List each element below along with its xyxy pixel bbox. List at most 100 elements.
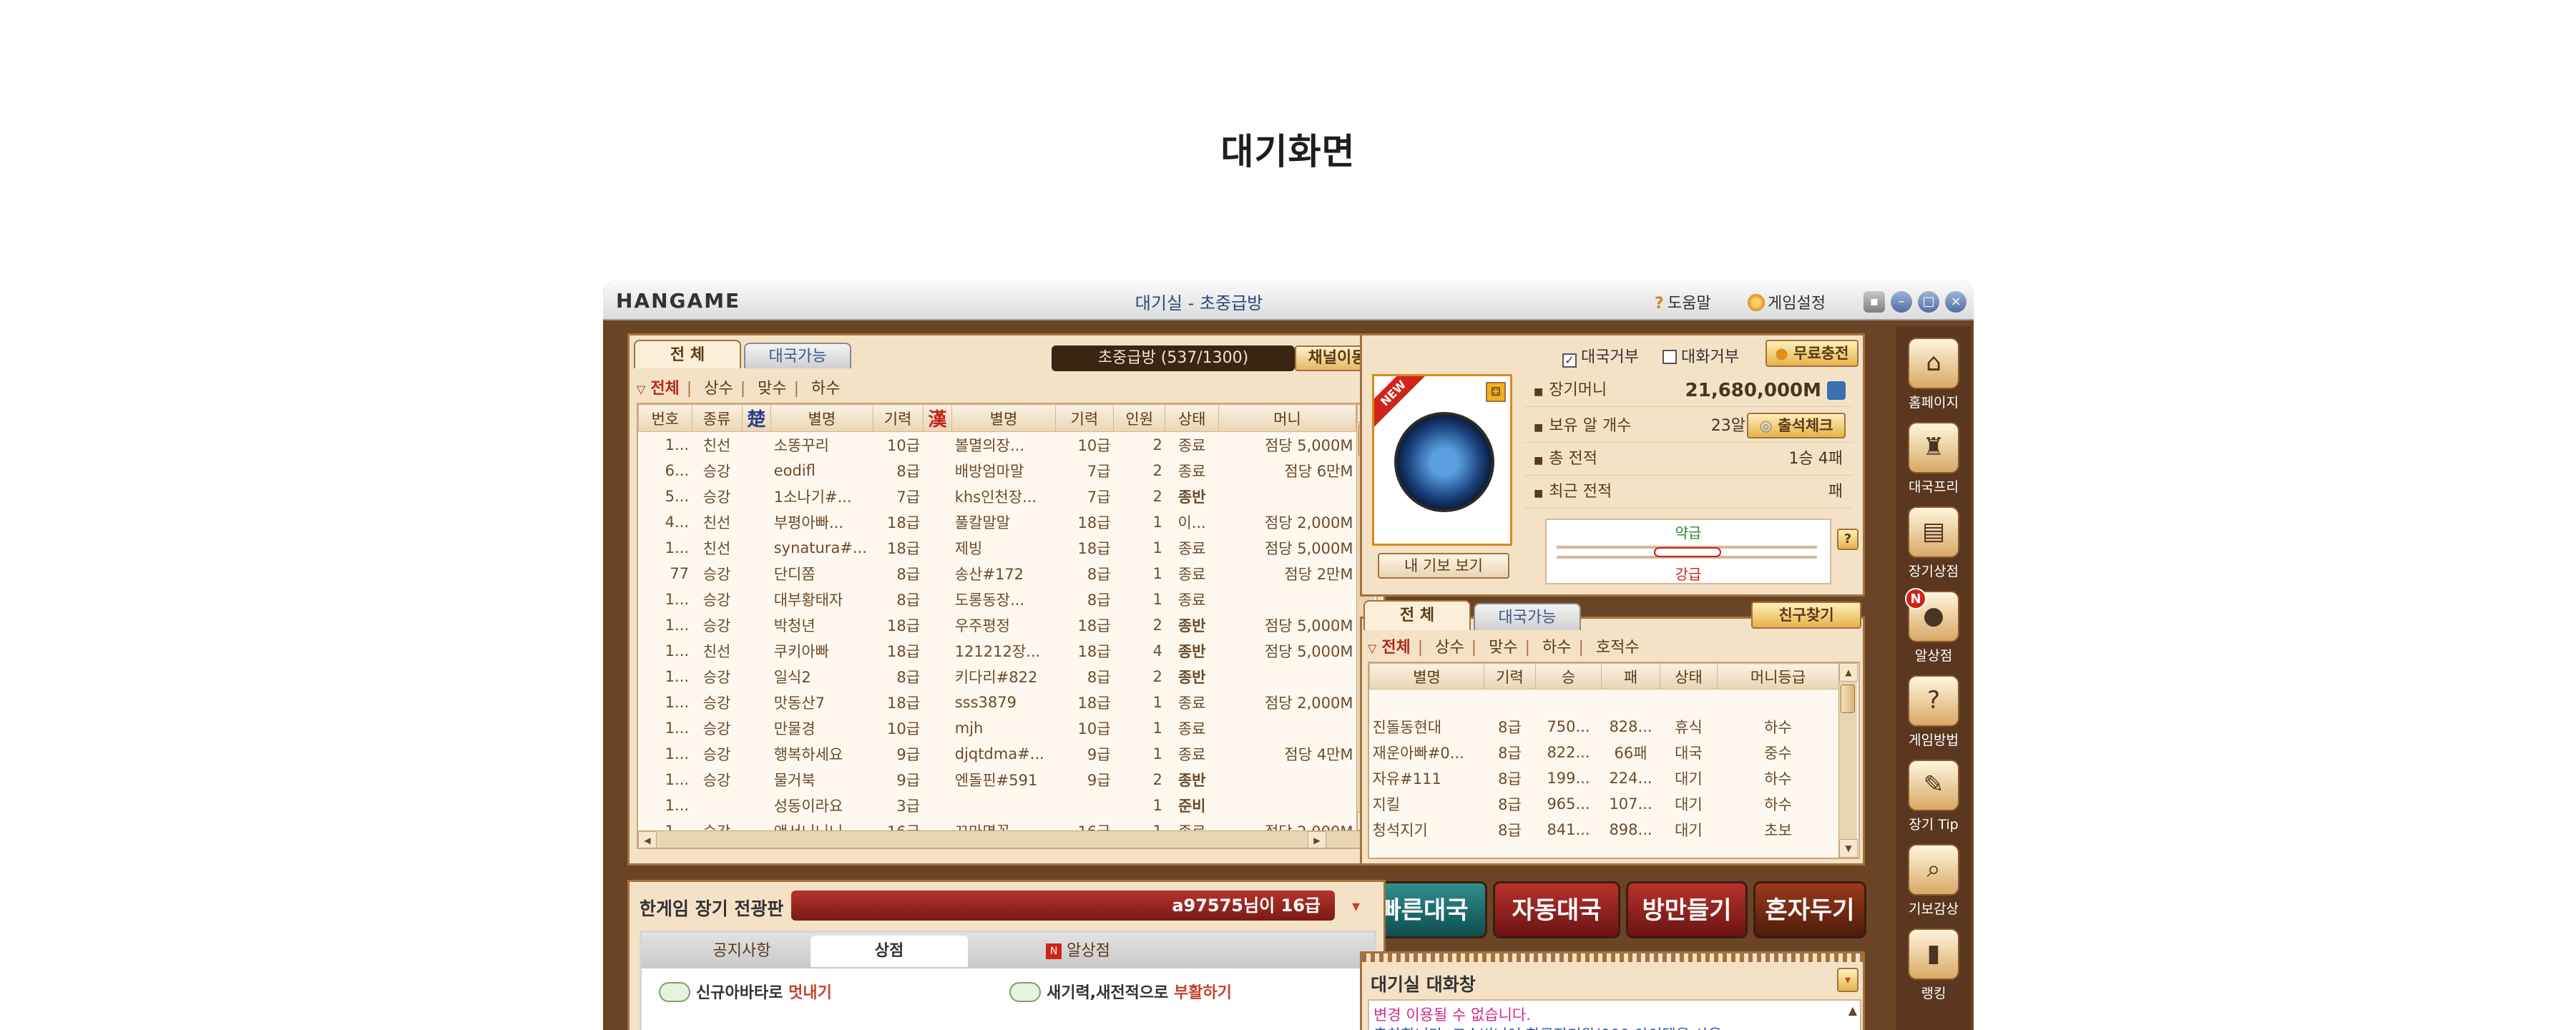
scroll-up-icon[interactable]: ▲ — [1848, 1004, 1857, 1017]
user-filter-equal[interactable]: 맞수 — [1489, 639, 1517, 657]
col-user-nickname[interactable]: 별명 — [1369, 663, 1484, 690]
gauge-marker — [1654, 547, 1721, 557]
col-type[interactable]: 종류 — [691, 404, 743, 432]
filter-higher[interactable]: 상수 — [704, 380, 733, 398]
table-row[interactable]: 1... 승강 물거북 9급 엔돌핀#591 9급 2 종반 — [639, 767, 1356, 793]
table-row[interactable]: 5... 승강 1소나기#... 7급 khs인천장... 7급 2 종반 — [639, 484, 1356, 509]
table-row[interactable]: 4... 친선 부평아빠... 18급 풀칼말말 18급 1 이... 점당 2,000M — [639, 509, 1356, 535]
col-user-losses[interactable]: 패 — [1601, 663, 1660, 690]
table-row[interactable]: 1... 승강 박청년 18급 우주평정 18급 2 종반 점당 5,000M — [639, 612, 1356, 638]
home-icon: ⌂ — [1908, 338, 1959, 389]
col-players[interactable]: 인원 — [1113, 404, 1166, 432]
user-filter-lower[interactable]: 하수 — [1542, 639, 1571, 657]
col-level-cho[interactable]: 기력 — [872, 404, 924, 432]
table-cell: 엔돌핀#591 — [954, 771, 1038, 789]
col-nickname-han[interactable]: 별명 — [951, 404, 1056, 432]
table-row[interactable]: 1... 승강 맛동산7 18급 sss3879 18급 1 종료 점당 2,000M — [639, 690, 1356, 715]
sidebar-item-how-to[interactable]: ? 게임방법 — [1896, 671, 1971, 748]
table-row[interactable]: 1... 승강 대부황태자 8급 도롱동장... 8급 1 종료 — [639, 587, 1356, 612]
table-row[interactable]: 1... 승강 일식2 8급 키다리#822 8급 2 종반 — [639, 664, 1356, 690]
close-button[interactable]: × — [1945, 291, 1967, 313]
user-row[interactable]: 청석지기 8급 841... 898... 대기 초보 — [1370, 817, 1839, 843]
help-link[interactable]: ? 도움말 — [1655, 290, 1711, 313]
auto-game-button[interactable]: 자동대국 — [1493, 881, 1620, 938]
scroll-thumb[interactable] — [1841, 685, 1855, 713]
user-row[interactable]: 자유#111 8급 199... 224... 대기 하수 — [1370, 765, 1839, 791]
tab-available-rooms[interactable]: 대국가능 — [744, 343, 851, 368]
user-filter-all[interactable]: 전체 — [1381, 639, 1410, 657]
sidebar-item-ranking[interactable]: ▮ 랭킹 — [1896, 924, 1971, 1001]
sidebar-item-tip[interactable]: ✎ 장기 Tip — [1896, 755, 1971, 833]
table-row[interactable]: 1... 친선 쿠키아빠 18급 121212장... 18급 4 종반 점당 5,000M — [639, 638, 1356, 664]
table-cell: 2 — [1152, 436, 1162, 453]
table-cell — [742, 638, 771, 664]
user-vertical-scrollbar[interactable]: ▲ ▼ — [1838, 663, 1858, 858]
solo-play-button[interactable]: 혼자두기 — [1753, 881, 1866, 938]
chat-expand-icon[interactable]: ▾ — [1837, 968, 1858, 992]
col-user-level[interactable]: 기력 — [1484, 663, 1536, 690]
notice-item[interactable]: 새기력,새전적으로 부활하기 — [1009, 980, 1232, 1003]
profile-card[interactable]: NEW ⚃ — [1372, 374, 1512, 546]
col-nickname-cho[interactable]: 별명 — [770, 404, 873, 432]
table-row[interactable]: 6... 승강 eodifl 8급 배방엄마말 7급 2 종료 점당 6만M — [639, 458, 1356, 484]
table-row[interactable]: 1... 승강 행복하세요 9급 djqtdma#... 9급 1 종료 점당 4만M — [639, 741, 1356, 767]
user-filter-higher[interactable]: 상수 — [1435, 639, 1464, 657]
dice-icon: ⚃ — [1486, 382, 1506, 402]
notice-item[interactable]: 신규아바타로 멋내기 — [659, 980, 832, 1003]
sidebar-item-replay[interactable]: ⌕ 기보감상 — [1896, 840, 1971, 917]
sidebar-item-home[interactable]: ⌂ 홈페이지 — [1896, 333, 1971, 411]
user-filter-rival[interactable]: 호적수 — [1596, 639, 1640, 657]
table-row[interactable]: 1... 친선 소똥꾸리 10급 볼멸의장... 10급 2 종료 점당 5,000M — [639, 432, 1356, 458]
refuse-chat-checkbox[interactable]: 대화거부 — [1662, 344, 1739, 367]
user-row[interactable]: 재운아빠#0... 8급 822... 66패 대국 중수 — [1370, 740, 1839, 765]
col-level-han[interactable]: 기력 — [1054, 404, 1115, 432]
filter-equal[interactable]: 맞수 — [758, 380, 786, 398]
scroll-up-icon[interactable]: ▲ — [1839, 663, 1858, 682]
tab-shop[interactable]: 상점 — [810, 936, 968, 967]
tray-button[interactable]: ▪ — [1864, 291, 1885, 313]
tab-egg-shop[interactable]: N 알상점 — [1007, 936, 1150, 967]
tab-all-users[interactable]: 전 체 — [1363, 600, 1471, 630]
money-icon[interactable] — [1827, 381, 1846, 400]
room-horizontal-scrollbar[interactable]: ◀ ▶ — [638, 830, 1376, 848]
scroll-left-icon[interactable]: ◀ — [638, 831, 657, 848]
help-question-icon[interactable]: ? — [1837, 529, 1858, 550]
find-friend-button[interactable]: 친구찾기 — [1751, 602, 1861, 629]
attendance-button[interactable]: ◎ 출석체크 — [1747, 413, 1846, 438]
table-row[interactable]: 1... 친선 synatura#... 18급 제빙 18급 1 종료 점당 5,000M — [639, 535, 1356, 561]
tab-available-users[interactable]: 대국가능 — [1474, 603, 1581, 630]
col-status[interactable]: 상태 — [1165, 404, 1219, 432]
free-charge-button[interactable]: ● 무료충전 — [1766, 340, 1858, 367]
minimize-button[interactable]: – — [1891, 291, 1912, 313]
cho-icon: 楚 — [741, 404, 772, 432]
table-row[interactable]: 1... 성동이라요 3급 1 준비 — [639, 793, 1356, 818]
col-user-wins[interactable]: 승 — [1535, 663, 1602, 690]
col-number[interactable]: 번호 — [638, 404, 692, 432]
sidebar-item-shop[interactable]: ▤ 장기상점 — [1896, 502, 1971, 579]
col-user-money-grade[interactable]: 머니등급 — [1717, 663, 1839, 690]
user-row[interactable]: 진돌동현대 8급 750... 828... 휴식 하수 — [1370, 714, 1839, 740]
tab-notice[interactable]: 공지사항 — [656, 936, 828, 967]
ticker-arrow-icon[interactable]: ▾ — [1352, 898, 1360, 916]
sidebar-item-free-game[interactable]: ♜ 대국프리 — [1896, 418, 1971, 495]
scroll-right-icon[interactable]: ▶ — [1308, 831, 1326, 848]
table-row[interactable]: 1... 승강 만물경 10급 mjh 10급 1 종료 — [639, 715, 1356, 741]
refuse-game-checkbox[interactable]: ✓ 대국거부 — [1562, 344, 1639, 368]
table-row[interactable]: 77 승강 단디쫌 8급 송산#172 8급 1 종료 점당 2만M — [639, 561, 1356, 587]
my-replay-button[interactable]: 내 기보 보기 — [1378, 553, 1509, 579]
maximize-button[interactable]: □ — [1918, 291, 1939, 313]
table-cell: 1... — [665, 667, 690, 685]
col-money[interactable]: 머니 — [1218, 404, 1357, 432]
filter-lower[interactable]: 하수 — [811, 380, 840, 398]
sidebar-item-egg-shop[interactable]: ● 알상점 N — [1896, 587, 1971, 664]
tab-all-rooms[interactable]: 전 체 — [634, 340, 741, 368]
filter-all[interactable]: 전체 — [650, 380, 679, 398]
create-room-button[interactable]: 방만들기 — [1626, 881, 1748, 938]
col-user-status[interactable]: 상태 — [1660, 663, 1718, 690]
table-cell: 1... — [665, 796, 690, 814]
user-row[interactable]: 지킬 8급 965... 107... 대기 하수 — [1370, 791, 1839, 817]
table-cell: 자유#111 — [1372, 770, 1441, 788]
settings-link[interactable]: 게임설정 — [1748, 290, 1826, 313]
scroll-down-icon[interactable]: ▼ — [1839, 839, 1858, 858]
how-to-icon: ? — [1908, 675, 1959, 727]
